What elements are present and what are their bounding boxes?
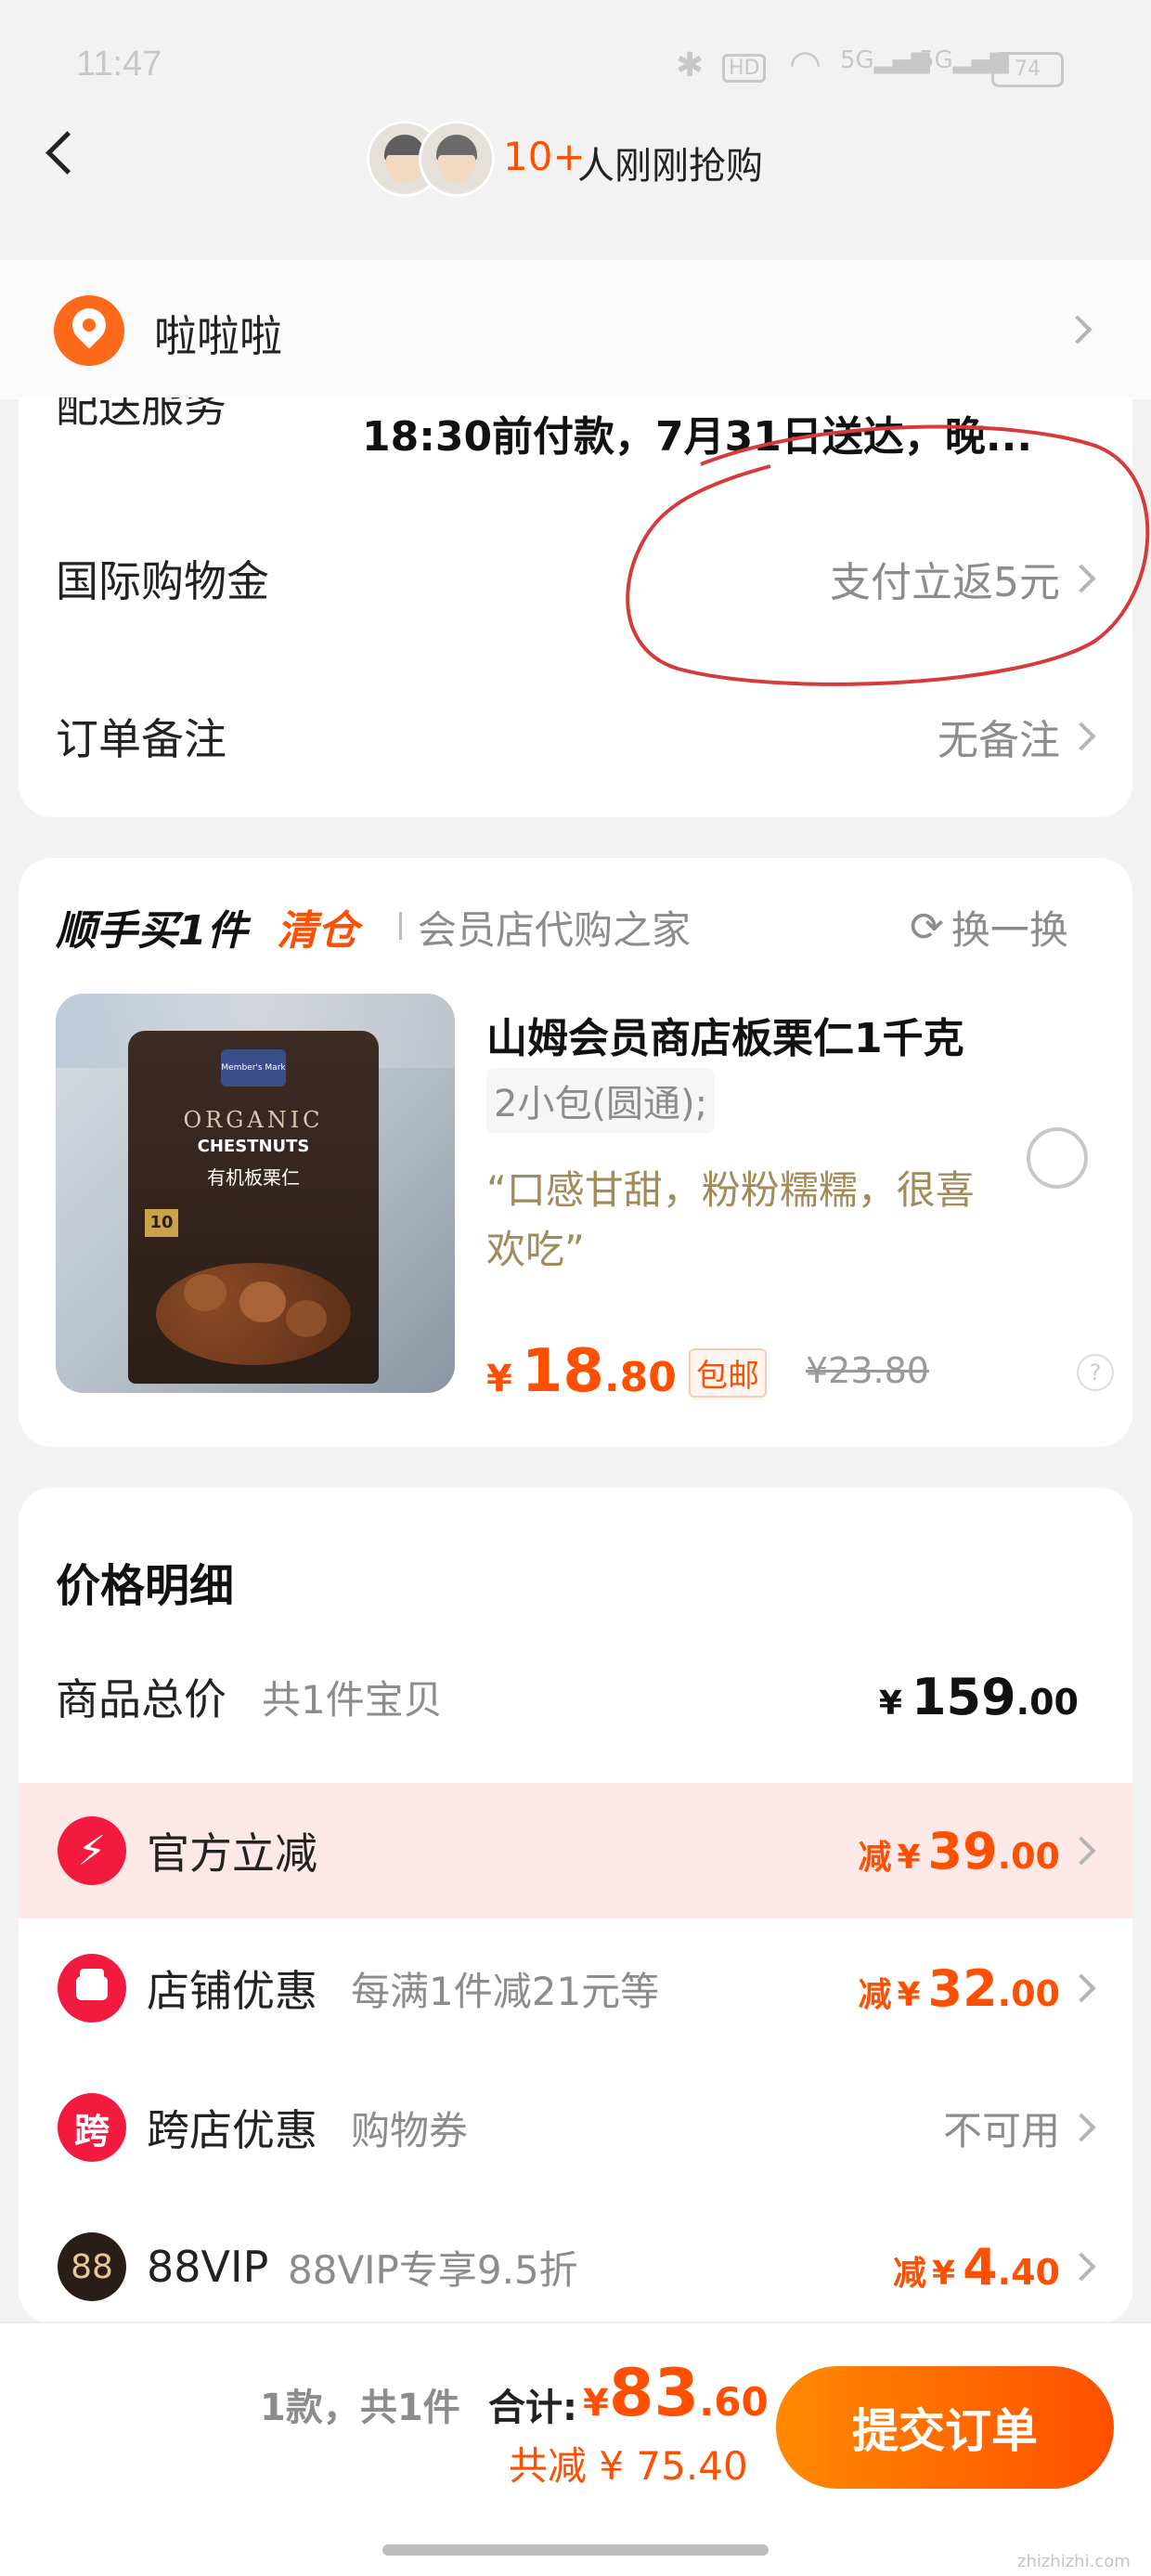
total-amount: ¥ 83 .60: [583, 2355, 769, 2431]
package-line-2: CHESTNUTS: [197, 1137, 310, 1156]
price-int: 18: [521, 1337, 604, 1406]
nav-header: 10+ 人刚刚抢购: [0, 111, 1151, 223]
status-time: 11:47: [76, 45, 162, 84]
chestnut-package: Member's Mark ORGANIC CHESTNUTS 有机板栗仁 10: [128, 1031, 379, 1384]
price-row-total: 商品总价 共1件宝贝 ¥ 159 .00: [19, 1636, 1132, 1757]
original-price: ¥23.80: [806, 1350, 929, 1391]
chevron-right-icon: [1067, 722, 1096, 751]
package-line-3: 有机板栗仁: [207, 1166, 300, 1189]
chevron-right-icon: [1067, 1973, 1096, 2003]
product-name[interactable]: 山姆会员商店板栗仁1千克: [486, 1005, 964, 1064]
battery-icon: 74: [991, 52, 1064, 87]
price-currency: ¥: [486, 1358, 512, 1400]
signal-icon-1: 5G▂▄▆: [840, 46, 930, 74]
bluetooth-icon: ✱: [676, 46, 705, 85]
shop-icon: [58, 1954, 126, 2023]
lightning-icon: ⚡: [58, 1816, 126, 1885]
saved-amount: 共减 ¥ 75.40: [509, 2443, 748, 2489]
chevron-right-icon: [1067, 1836, 1096, 1866]
buyer-avatars: [367, 121, 497, 197]
row-amount: 减 ¥ 39 .00: [858, 1821, 1060, 1880]
row-sub: 购物券: [351, 2107, 469, 2153]
divider: [399, 912, 402, 940]
chevron-right-icon: [1067, 2113, 1096, 2142]
total-label: 合计:: [488, 2387, 577, 2429]
help-icon[interactable]: ?: [1077, 1354, 1114, 1391]
product-image[interactable]: Member's Mark ORGANIC CHESTNUTS 有机板栗仁 10: [56, 994, 455, 1393]
wifi-icon: ◠: [789, 43, 821, 85]
upsell-card: 顺手买1件 清仓 会员店代购之家 ⟳ 换一换 Member's Mark ORG…: [19, 858, 1132, 1447]
row-sub: 共1件宝贝: [262, 1676, 443, 1723]
address-bar[interactable]: 啦啦啦: [0, 260, 1151, 399]
price-detail-title: 价格明细: [56, 1560, 235, 1612]
swap-label: 换一换: [951, 907, 1068, 953]
row-sub: 88VIP专享9.5折: [288, 2246, 578, 2293]
upsell-tag: 清仓: [277, 907, 358, 955]
row-label: 商品总价: [56, 1674, 226, 1724]
upsell-shop: 会员店代购之家: [418, 907, 692, 953]
remark-label: 订单备注: [56, 714, 226, 764]
row-amount: 减 ¥ 4 .40: [893, 2237, 1060, 2296]
row-label: 跨店优惠: [147, 2105, 317, 2155]
product-price: ¥ 18 .80: [486, 1337, 677, 1406]
refresh-icon: ⟳: [910, 904, 944, 951]
row-sub: 每满1件减21元等: [351, 1968, 660, 2014]
annotation-circle: [626, 424, 1150, 686]
upsell-title: 顺手买1件: [56, 907, 248, 955]
product-quote: “口感甘甜，粉粉糯糯，很喜欢吃”: [486, 1167, 975, 1272]
row-label: 88VIP: [147, 2242, 269, 2292]
chevron-right-icon: [1067, 2252, 1096, 2282]
avatar: [419, 121, 495, 197]
status-bar: 11:47 ✱ HD ◠ 5G▂▄▆ 5G▂▄▆ 74: [0, 0, 1151, 130]
intl-label: 国际购物金: [56, 556, 269, 606]
package-line-1: ORGANIC: [183, 1107, 324, 1133]
shipping-badge: 包邮: [689, 1348, 767, 1398]
price-row-shop-discount[interactable]: 店铺优惠 每满1件减21元等 减 ¥ 32 .00: [19, 1928, 1132, 2049]
row-label: 官方立减: [147, 1828, 317, 1879]
price-detail-card: 价格明细 商品总价 共1件宝贝 ¥ 159 .00 ⚡ 官方立减 减 ¥ 39 …: [19, 1488, 1132, 2323]
hd-icon: HD: [722, 54, 767, 83]
submit-label: 提交订单: [852, 2404, 1038, 2458]
price-dec: .80: [603, 1354, 677, 1401]
row-label: 店铺优惠: [147, 1966, 317, 2016]
row-amount: ¥ 159 .00: [878, 1667, 1079, 1726]
price-row-official-discount[interactable]: ⚡ 官方立减 减 ¥ 39 .00: [19, 1783, 1132, 1919]
location-pin-icon: [54, 295, 124, 366]
price-row-88vip[interactable]: 88 88VIP 88VIP专享9.5折 减 ¥ 4 .40: [19, 2206, 1132, 2327]
buyer-count: 10+: [503, 134, 586, 179]
vip-icon: 88: [58, 2232, 126, 2301]
chevron-right-icon: [1063, 315, 1093, 345]
product-spec[interactable]: 2小包(圆通);: [486, 1068, 716, 1133]
brand-logo: Member's Mark: [221, 1049, 286, 1086]
row-value: 不可用: [942, 2107, 1060, 2153]
address-label: 啦啦啦: [154, 311, 282, 361]
buyer-text: 人刚刚抢购: [577, 145, 763, 188]
remark-value: 无备注: [938, 717, 1060, 764]
price-row-cross-shop[interactable]: 跨 跨店优惠 购物券 不可用: [19, 2067, 1132, 2188]
item-count: 1款，共1件: [260, 2387, 460, 2429]
submit-order-button[interactable]: 提交订单: [776, 2366, 1114, 2489]
swap-button[interactable]: ⟳ 换一换: [910, 899, 1068, 956]
select-radio[interactable]: [1027, 1127, 1088, 1189]
bottom-bar: 1款，共1件 合计: ¥ 83 .60 共减 ¥ 75.40 提交订单 zhiz…: [0, 2322, 1151, 2576]
watermark: zhizhizhi.com: [1017, 2552, 1131, 2571]
home-indicator: [382, 2544, 769, 2556]
back-icon[interactable]: [45, 131, 89, 175]
package-count: 10: [145, 1209, 178, 1237]
cross-shop-icon: 跨: [58, 2093, 126, 2162]
row-amount: 减 ¥ 32 .00: [858, 1958, 1060, 2018]
